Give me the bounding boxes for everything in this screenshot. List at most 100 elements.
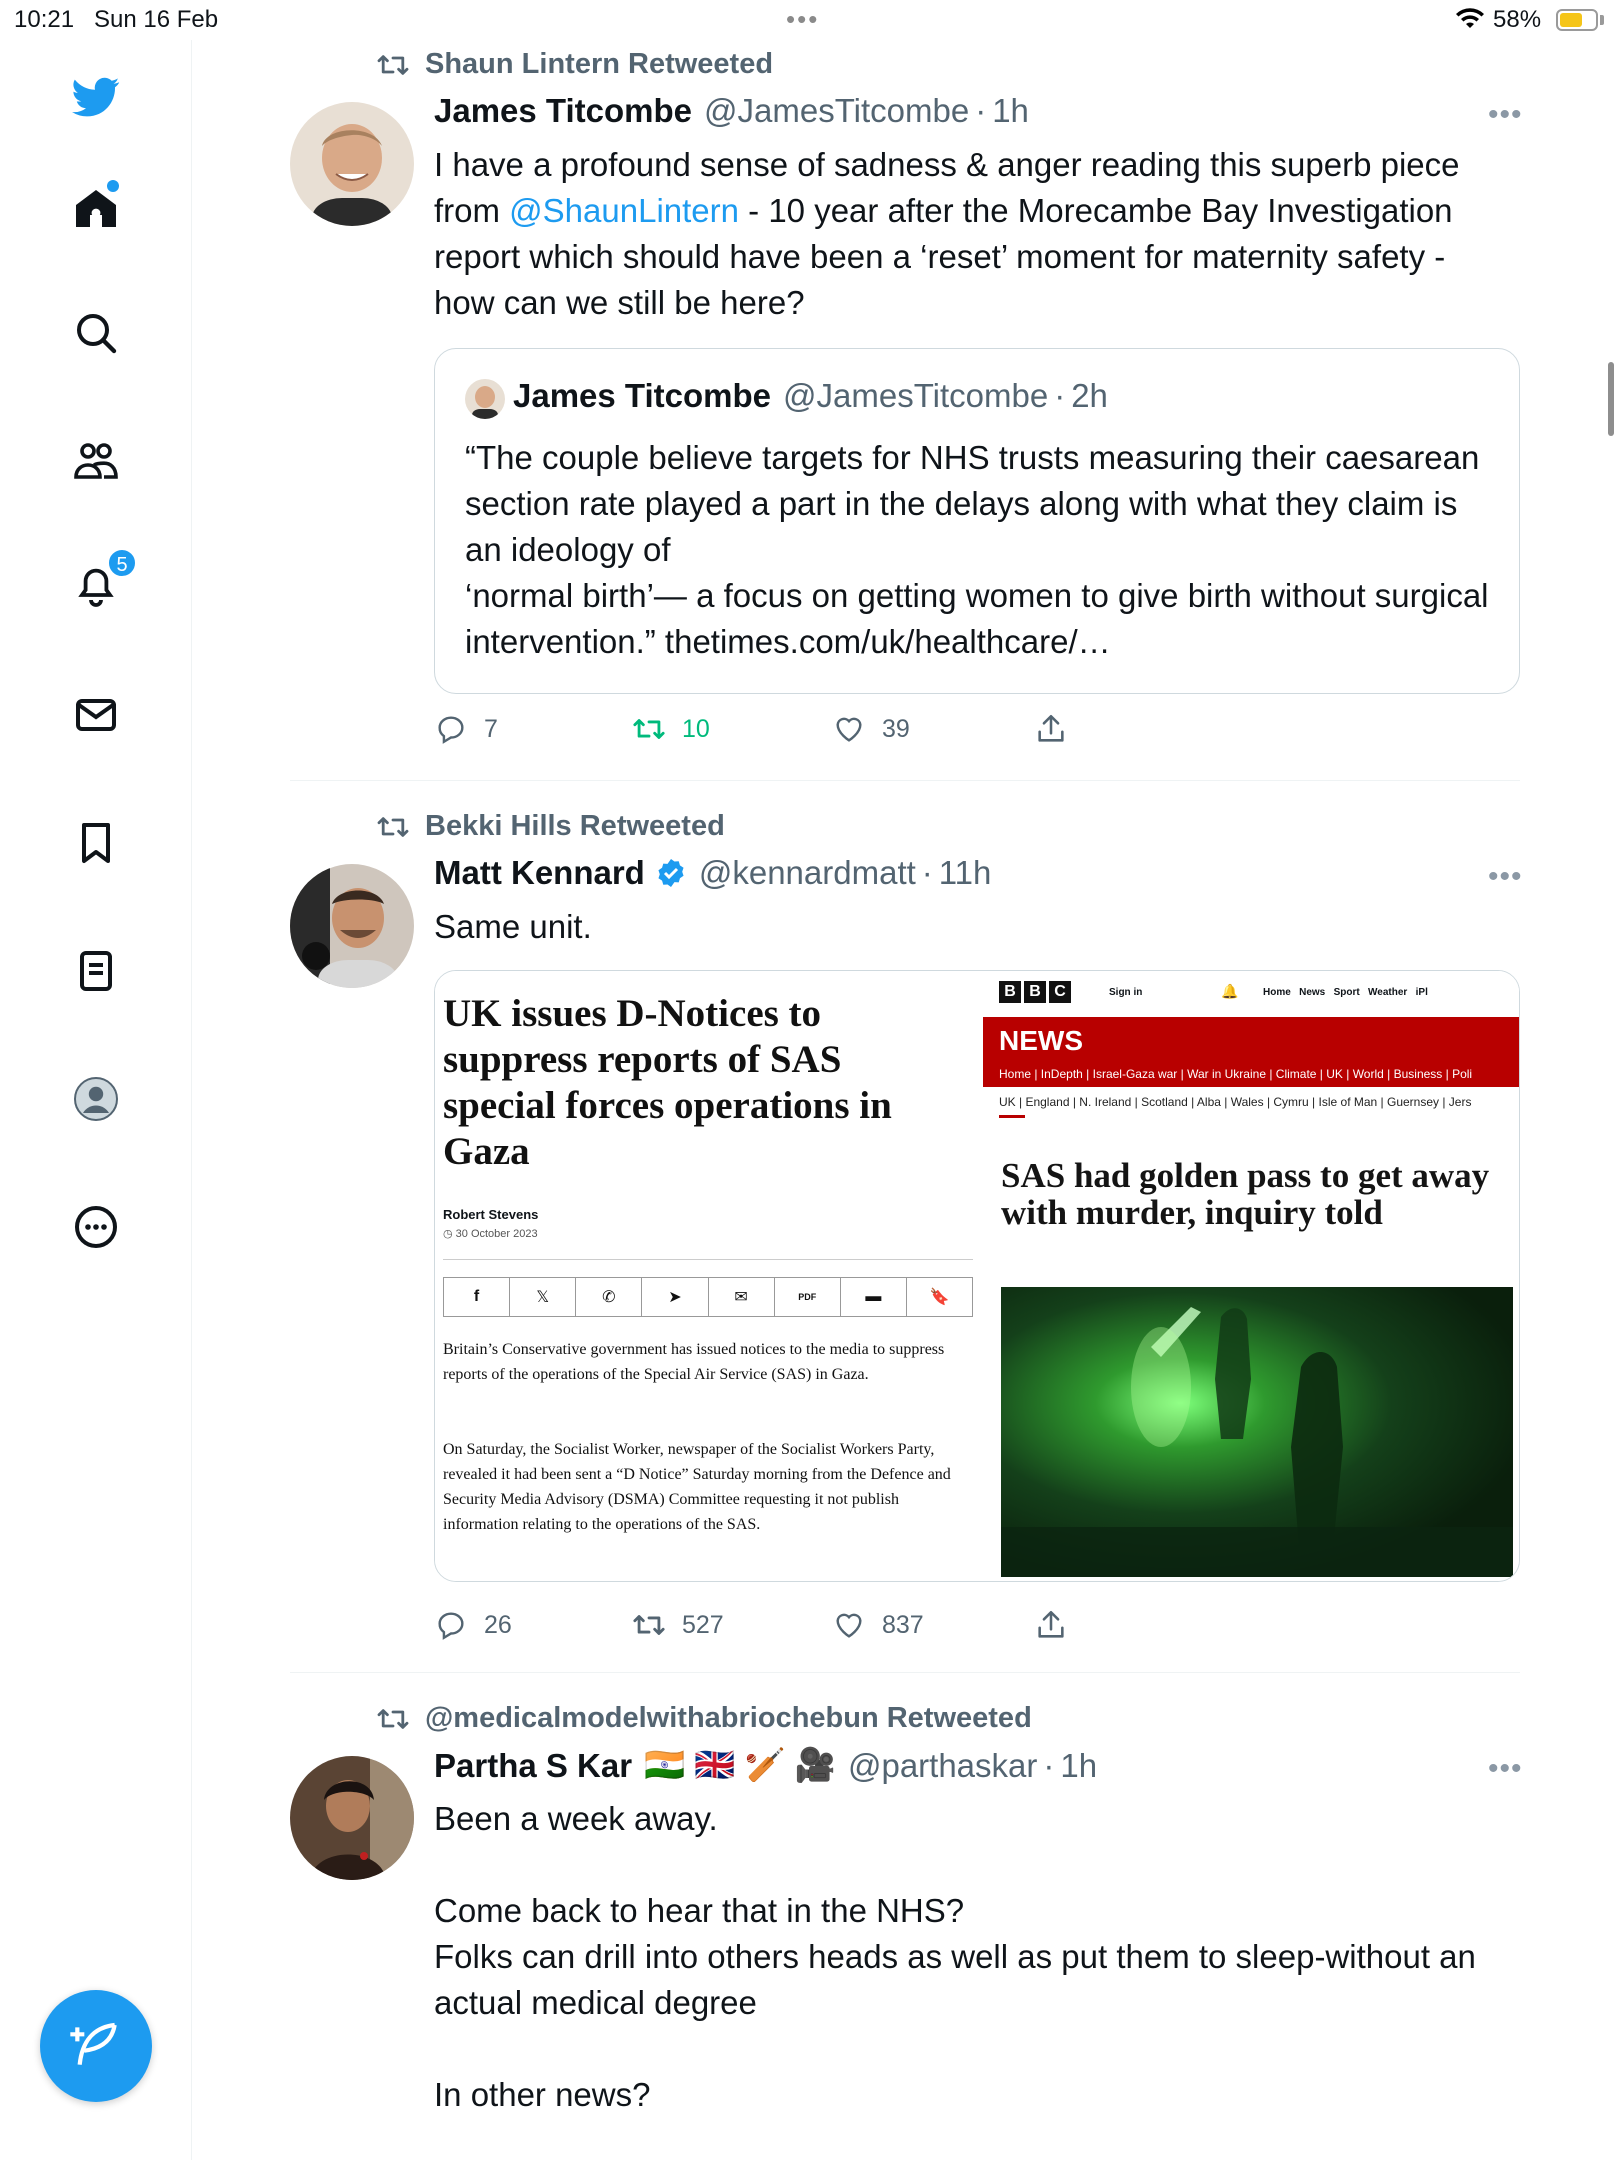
scroll-indicator[interactable] — [1608, 362, 1614, 436]
bookmark-icon[interactable] — [65, 812, 127, 874]
bbc-logo-letter: B — [999, 981, 1021, 1003]
bbc-logo-letter: C — [1049, 981, 1071, 1003]
bbc-nav-links: Home | InDepth | Israel-Gaza war | War i… — [999, 1067, 1473, 1081]
author-name[interactable]: Partha S Kar — [434, 1747, 632, 1785]
tweet-header: Matt Kennard @kennardmatt · 11h — [434, 854, 991, 892]
bbc-top-links: Home News Sport Weather iPl — [1263, 987, 1428, 998]
author-handle[interactable]: @JamesTitcombe — [704, 92, 969, 130]
retweet-icon — [377, 54, 409, 75]
retweet-button[interactable]: 10 — [632, 712, 710, 746]
bbc-sub-links: UK | England | N. Ireland | Scotland | A… — [999, 1095, 1472, 1109]
reply-button[interactable]: 7 — [434, 712, 498, 746]
like-button[interactable]: 39 — [832, 712, 910, 746]
twitter-logo-icon[interactable] — [65, 66, 127, 128]
avatar[interactable] — [290, 102, 414, 226]
status-date: Sun 16 Feb — [94, 6, 219, 33]
article-author: Robert Stevens — [443, 1207, 539, 1222]
mention-link[interactable]: @ShaunLintern — [509, 192, 739, 229]
tweet-time[interactable]: 11h — [939, 854, 992, 892]
reply-icon — [438, 1612, 464, 1640]
telegram-share-icon: ➤ — [642, 1278, 709, 1316]
feather-plus-icon — [70, 2022, 117, 2065]
like-button[interactable]: 837 — [832, 1608, 924, 1642]
quoted-header: James Titcombe @JamesTitcombe · 2h — [513, 377, 1108, 415]
facebook-share-icon: f — [444, 1278, 511, 1316]
tweet-more-options-icon[interactable]: ••• — [1488, 860, 1523, 894]
retweet-icon — [377, 1708, 409, 1729]
status-time: 10:21 — [14, 6, 75, 33]
tweet-media[interactable]: UK issues D-Notices to suppress reports … — [434, 970, 1520, 1582]
tweet-more-options-icon[interactable]: ••• — [1488, 98, 1523, 132]
retweeted-by-label[interactable]: Bekki Hills Retweeted — [425, 810, 725, 843]
retweeted-by-label[interactable]: Shaun Lintern Retweeted — [425, 48, 773, 81]
share-icon — [1038, 714, 1064, 742]
battery-icon — [1556, 9, 1598, 31]
bbc-screenshot-right[interactable]: B B C Sign in 🔔 Home News Sport Weather … — [983, 971, 1519, 1581]
author-emojis: 🇮🇳 🇬🇧 🏏 🎥 — [644, 1746, 836, 1783]
bbc-logo: B B C — [999, 981, 1071, 1003]
more-options-circle-icon[interactable] — [65, 1196, 127, 1258]
notifications-bell-icon[interactable]: 5 — [65, 548, 137, 616]
tweet-header: Partha S Kar 🇮🇳 🇬🇧 🏏 🎥 @parthaskar · 1h — [434, 1746, 1097, 1785]
author-handle[interactable]: @parthaskar — [848, 1747, 1037, 1785]
reply-icon — [438, 716, 464, 744]
tweet-more-options-icon[interactable]: ••• — [1488, 1752, 1523, 1786]
bbc-top-bar: B B C Sign in 🔔 Home News Sport Weather … — [983, 971, 1519, 1017]
home-icon[interactable] — [65, 178, 127, 240]
twitter-share-icon: 𝕏 — [510, 1278, 577, 1316]
tweet-time[interactable]: 1h — [992, 92, 1029, 130]
article-screenshot-left[interactable]: UK issues D-Notices to suppress reports … — [435, 971, 979, 1581]
retweet-icon — [633, 719, 665, 739]
article-date: ◷ 30 October 2023 — [443, 1228, 538, 1240]
quoted-avatar — [465, 379, 505, 419]
profile-avatar-icon[interactable] — [65, 1068, 127, 1130]
like-count: 837 — [882, 1610, 924, 1639]
tweet-divider — [290, 1672, 1520, 1673]
lists-icon[interactable] — [65, 940, 127, 1002]
tweet-item[interactable]: Bekki Hills Retweeted Matt Kennard @kenn… — [290, 802, 1523, 1672]
author-handle[interactable]: @kennardmatt — [699, 854, 916, 892]
retweet-button[interactable]: 527 — [632, 1608, 724, 1642]
quoted-author-handle: @JamesTitcombe — [783, 377, 1049, 414]
share-button[interactable] — [1034, 712, 1084, 746]
separator-dot: · — [921, 854, 933, 891]
separator-dot: · — [1043, 1746, 1055, 1784]
heart-icon — [836, 717, 862, 742]
tweet-time[interactable]: 1h — [1060, 1747, 1097, 1785]
quoted-tweet[interactable]: James Titcombe @JamesTitcombe · 2h “The … — [434, 348, 1520, 694]
avatar[interactable] — [290, 864, 414, 988]
reply-button[interactable]: 26 — [434, 1608, 512, 1642]
search-icon[interactable] — [65, 302, 127, 364]
quoted-time: 2h — [1071, 377, 1108, 414]
home-unread-dot — [107, 180, 119, 192]
reply-count: 7 — [484, 714, 498, 743]
separator-dot: · — [975, 92, 987, 129]
tweet-item[interactable]: @medicalmodelwithabriochebun Retweeted P… — [290, 1694, 1523, 2160]
share-icon — [1038, 1610, 1064, 1638]
messages-envelope-icon[interactable] — [65, 684, 127, 746]
compose-tweet-button[interactable] — [40, 1990, 152, 2102]
comment-share-icon: ▬ — [841, 1278, 907, 1316]
email-share-icon: ✉ — [709, 1278, 775, 1316]
tweet-item[interactable]: Shaun Lintern Retweeted James Titcombe @… — [290, 40, 1523, 780]
like-count: 39 — [882, 714, 910, 743]
share-button[interactable] — [1034, 1608, 1084, 1642]
quoted-text: “The couple believe targets for NHS trus… — [465, 439, 1489, 660]
whatsapp-share-icon: ✆ — [576, 1278, 643, 1316]
author-name[interactable]: James Titcombe — [434, 92, 692, 130]
article-separator — [443, 1259, 973, 1260]
retweeted-by-label[interactable]: @medicalmodelwithabriochebun Retweeted — [425, 1702, 1032, 1735]
bookmark-share-icon: 🔖 — [929, 1289, 950, 1306]
battery-tip — [1600, 15, 1604, 25]
retweet-count: 10 — [682, 714, 710, 743]
tweet-header: James Titcombe @JamesTitcombe · 1h — [434, 92, 1029, 130]
tweet-text: Same unit. — [434, 908, 592, 945]
multitasking-dots[interactable]: ••• — [786, 4, 819, 35]
communities-icon[interactable] — [65, 430, 127, 492]
retweet-icon — [633, 1615, 665, 1635]
separator-dot: · — [1054, 377, 1066, 414]
author-name[interactable]: Matt Kennard — [434, 854, 645, 892]
avatar[interactable] — [290, 1756, 414, 1880]
article-share-row: f 𝕏 ✆ ➤ ✉ PDF ▬ 🔖 — [443, 1277, 973, 1317]
bbc-news-wordmark: NEWS — [999, 1025, 1083, 1056]
